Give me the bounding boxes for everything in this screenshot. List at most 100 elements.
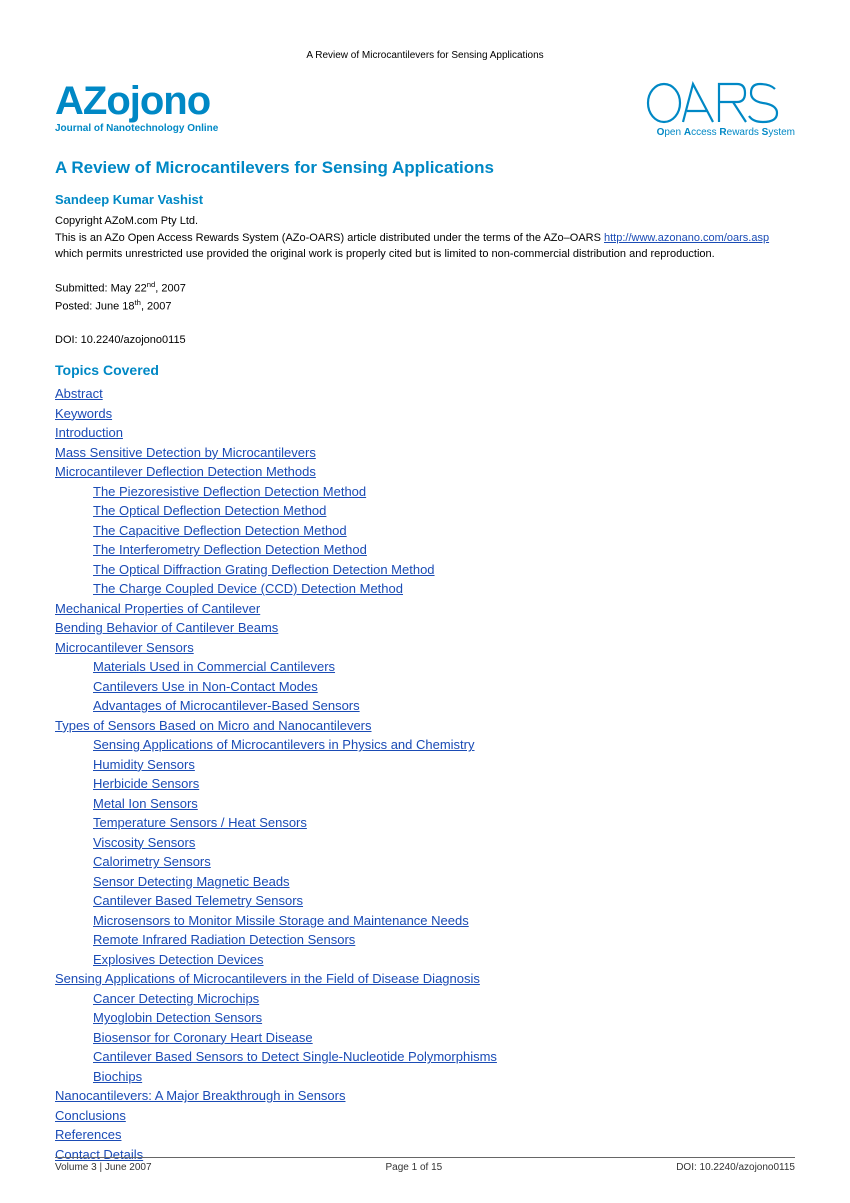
toc-link[interactable]: The Optical Deflection Detection Method [93, 503, 326, 518]
toc-item: The Optical Diffraction Grating Deflecti… [93, 560, 795, 580]
toc-item: Viscosity Sensors [93, 833, 795, 853]
toc-link[interactable]: Viscosity Sensors [93, 835, 195, 850]
toc-item: Materials Used in Commercial Cantilevers [93, 657, 795, 677]
toc-link[interactable]: Abstract [55, 386, 103, 401]
toc-link[interactable]: Cantilever Based Telemetry Sensors [93, 893, 303, 908]
toc-link[interactable]: Biosensor for Coronary Heart Disease [93, 1030, 313, 1045]
toc-item: Biochips [93, 1067, 795, 1087]
toc-link[interactable]: Calorimetry Sensors [93, 854, 211, 869]
brand-block: AZojono Journal of Nanotechnology Online [55, 81, 218, 134]
toc-link[interactable]: Types of Sensors Based on Micro and Nano… [55, 718, 372, 733]
toc-item: Mass Sensitive Detection by Microcantile… [55, 443, 795, 463]
toc-link[interactable]: The Capacitive Deflection Detection Meth… [93, 523, 347, 538]
oars-icon [645, 81, 795, 125]
oars-subtitle: Open Access Rewards System [645, 127, 795, 138]
toc-item: Microcantilever Deflection Detection Met… [55, 462, 795, 482]
toc-item: Abstract [55, 384, 795, 404]
toc-link[interactable]: Cancer Detecting Microchips [93, 991, 259, 1006]
toc-link[interactable]: Conclusions [55, 1108, 126, 1123]
copyright-line: Copyright AZoM.com Pty Ltd. [55, 213, 795, 230]
toc-item: The Piezoresistive Deflection Detection … [93, 482, 795, 502]
toc-item: Calorimetry Sensors [93, 852, 795, 872]
brand-subtitle: Journal of Nanotechnology Online [55, 123, 218, 134]
toc-link[interactable]: Explosives Detection Devices [93, 952, 264, 967]
toc-link[interactable]: Mass Sensitive Detection by Microcantile… [55, 445, 316, 460]
toc-link[interactable]: Cantilever Based Sensors to Detect Singl… [93, 1049, 497, 1064]
toc-item: The Charge Coupled Device (CCD) Detectio… [93, 579, 795, 599]
toc-item: Herbicide Sensors [93, 774, 795, 794]
toc-link[interactable]: Nanocantilevers: A Major Breakthrough in… [55, 1088, 346, 1103]
toc-link[interactable]: Mechanical Properties of Cantilever [55, 601, 260, 616]
oars-logo: Open Access Rewards System [645, 81, 795, 138]
toc-item: References [55, 1125, 795, 1145]
toc-item: Advantages of Microcantilever-Based Sens… [93, 696, 795, 716]
toc-item: Microsensors to Monitor Missile Storage … [93, 911, 795, 931]
toc-link[interactable]: References [55, 1127, 121, 1142]
author-name: Sandeep Kumar Vashist [55, 192, 795, 207]
toc-item: Nanocantilevers: A Major Breakthrough in… [55, 1086, 795, 1106]
running-header: A Review of Microcantilevers for Sensing… [55, 50, 795, 61]
toc-item: The Optical Deflection Detection Method [93, 501, 795, 521]
toc-link[interactable]: The Piezoresistive Deflection Detection … [93, 484, 366, 499]
toc-item: Cantilevers Use in Non-Contact Modes [93, 677, 795, 697]
brand-title: AZojono [55, 81, 218, 121]
toc-link[interactable]: Introduction [55, 425, 123, 440]
toc-link[interactable]: Microsensors to Monitor Missile Storage … [93, 913, 469, 928]
toc-item: Conclusions [55, 1106, 795, 1126]
toc-item: The Capacitive Deflection Detection Meth… [93, 521, 795, 541]
oars-statement: This is an AZo Open Access Rewards Syste… [55, 230, 795, 263]
toc-link[interactable]: Metal Ion Sensors [93, 796, 198, 811]
meta-block: Copyright AZoM.com Pty Ltd. This is an A… [55, 213, 795, 348]
footer-doi: DOI: 10.2240/azojono0115 [676, 1162, 795, 1173]
toc-link[interactable]: Sensing Applications of Microcantilevers… [55, 971, 480, 986]
doi-line: DOI: 10.2240/azojono0115 [55, 332, 795, 349]
toc-link[interactable]: Humidity Sensors [93, 757, 195, 772]
toc-link[interactable]: Advantages of Microcantilever-Based Sens… [93, 698, 360, 713]
toc-link[interactable]: Materials Used in Commercial Cantilevers [93, 659, 335, 674]
toc-item: Cantilever Based Telemetry Sensors [93, 891, 795, 911]
toc-item: Sensor Detecting Magnetic Beads [93, 872, 795, 892]
submitted-line: Submitted: May 22nd, 2007 [55, 279, 795, 297]
toc-link[interactable]: Sensor Detecting Magnetic Beads [93, 874, 290, 889]
toc-link[interactable]: The Interferometry Deflection Detection … [93, 542, 367, 557]
toc-link[interactable]: Cantilevers Use in Non-Contact Modes [93, 679, 318, 694]
toc-item: Explosives Detection Devices [93, 950, 795, 970]
footer-volume: Volume 3 | June 2007 [55, 1162, 152, 1173]
header-row: AZojono Journal of Nanotechnology Online… [55, 81, 795, 138]
oars-link[interactable]: http://www.azonano.com/oars.asp [604, 232, 769, 244]
toc-link[interactable]: Remote Infrared Radiation Detection Sens… [93, 932, 355, 947]
toc-link[interactable]: Sensing Applications of Microcantilevers… [93, 737, 475, 752]
toc-item: Myoglobin Detection Sensors [93, 1008, 795, 1028]
table-of-contents: Abstract Keywords Introduction Mass Sensiti… [55, 384, 795, 1164]
toc-item: Biosensor for Coronary Heart Disease [93, 1028, 795, 1048]
toc-item: Cancer Detecting Microchips [93, 989, 795, 1009]
toc-item: Keywords [55, 404, 795, 424]
toc-item: Bending Behavior of Cantilever Beams [55, 618, 795, 638]
toc-item: Introduction [55, 423, 795, 443]
toc-link[interactable]: Biochips [93, 1069, 142, 1084]
toc-item: Remote Infrared Radiation Detection Sens… [93, 930, 795, 950]
toc-item: Metal Ion Sensors [93, 794, 795, 814]
article-title: A Review of Microcantilevers for Sensing… [55, 158, 795, 178]
toc-item: Cantilever Based Sensors to Detect Singl… [93, 1047, 795, 1067]
toc-item: Sensing Applications of Microcantilevers… [93, 735, 795, 755]
toc-item: Sensing Applications of Microcantilevers… [55, 969, 795, 989]
toc-link[interactable]: The Optical Diffraction Grating Deflecti… [93, 562, 435, 577]
toc-item: Humidity Sensors [93, 755, 795, 775]
posted-line: Posted: June 18th, 2007 [55, 297, 795, 315]
toc-link[interactable]: Myoglobin Detection Sensors [93, 1010, 262, 1025]
toc-link[interactable]: Microcantilever Deflection Detection Met… [55, 464, 316, 479]
toc-item: Microcantilever Sensors [55, 638, 795, 658]
toc-link[interactable]: Herbicide Sensors [93, 776, 199, 791]
page-footer: Volume 3 | June 2007 Page 1 of 15 DOI: 1… [55, 1157, 795, 1173]
toc-item: The Interferometry Deflection Detection … [93, 540, 795, 560]
document-page: A Review of Microcantilevers for Sensing… [0, 0, 850, 1203]
toc-link[interactable]: Keywords [55, 406, 112, 421]
toc-link[interactable]: Microcantilever Sensors [55, 640, 194, 655]
toc-link[interactable]: Bending Behavior of Cantilever Beams [55, 620, 278, 635]
toc-item: Temperature Sensors / Heat Sensors [93, 813, 795, 833]
toc-item: Mechanical Properties of Cantilever [55, 599, 795, 619]
footer-page: Page 1 of 15 [386, 1162, 443, 1173]
toc-link[interactable]: The Charge Coupled Device (CCD) Detectio… [93, 581, 403, 596]
toc-link[interactable]: Temperature Sensors / Heat Sensors [93, 815, 307, 830]
